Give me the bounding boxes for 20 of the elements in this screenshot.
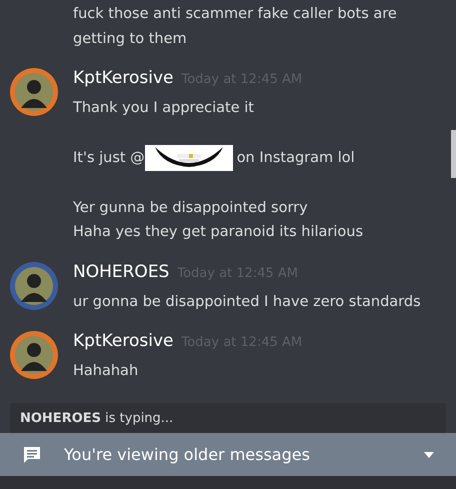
- caret-icon[interactable]: [424, 452, 434, 458]
- message-text: fuck those anti scammer fake caller bots are getting to them: [73, 5, 398, 48]
- username[interactable]: KptKerosive: [73, 331, 174, 351]
- message-text: Thank you I appreciate it: [73, 99, 254, 118]
- message-text: ur gonna be disappointed I have zero standards: [73, 292, 421, 312]
- avatar[interactable]: [10, 68, 58, 116]
- typing-indicator: NOHEROES is typing...: [10, 403, 446, 433]
- username[interactable]: KptKerosive: [73, 68, 174, 88]
- older-messages-bar[interactable]: You're viewing older messages: [0, 433, 456, 476]
- message-text: Yer gunna be disappointed sorry: [73, 198, 308, 218]
- banner-text: You're viewing older messages: [64, 445, 311, 464]
- chat-icon: [22, 444, 42, 464]
- message-text: It's just @: [73, 148, 145, 168]
- message-text: on Instagram lol: [236, 148, 355, 168]
- avatar[interactable]: [10, 262, 58, 310]
- message-text: Haha yes they get paranoid its hilarious: [73, 223, 363, 242]
- avatar[interactable]: [10, 331, 58, 379]
- message-text: Hahahah: [73, 362, 138, 381]
- scrollbar-thumb[interactable]: [451, 130, 456, 178]
- username[interactable]: NOHEROES: [73, 262, 170, 282]
